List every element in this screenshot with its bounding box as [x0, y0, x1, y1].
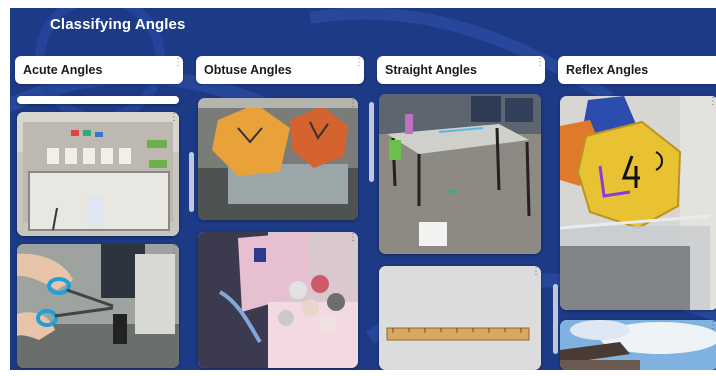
column-header[interactable]: Straight Angles ⋮: [377, 56, 545, 84]
kebab-menu-icon[interactable]: ⋮: [169, 245, 179, 255]
photo-classroom-wall: [17, 112, 179, 236]
kebab-menu-icon[interactable]: ⋮: [173, 58, 183, 71]
column-acute-angles: Acute Angles ⋮: [15, 56, 194, 370]
padlet-board: Classifying Angles Acute Angles ⋮ Obtuse…: [10, 8, 716, 370]
column-title: Acute Angles: [23, 63, 103, 77]
post-card[interactable]: ⋮: [17, 244, 179, 368]
post-card[interactable]: ⋮: [198, 98, 358, 220]
post-card[interactable]: ⋮: [17, 112, 179, 236]
column-title: Straight Angles: [385, 63, 477, 77]
column-header[interactable]: Acute Angles ⋮: [15, 56, 183, 84]
column-reflex-angles: Reflex Angles ⋮ ⋮: [558, 56, 716, 370]
column-title: Obtuse Angles: [204, 63, 292, 77]
column-obtuse-angles: Obtuse Angles ⋮ ⋮: [196, 56, 374, 370]
post-card[interactable]: ⋮: [560, 320, 716, 370]
photo-ruler: [379, 266, 541, 370]
photo-hanging-dice: [198, 98, 358, 220]
post-card[interactable]: ⋮: [198, 232, 358, 368]
kebab-menu-icon[interactable]: ⋮: [531, 267, 541, 277]
post-card[interactable]: ⋮: [379, 94, 541, 254]
photo-sky-roof: [560, 320, 716, 370]
photo-twelve-sided-dice: [560, 96, 716, 310]
column-header[interactable]: Obtuse Angles ⋮: [196, 56, 364, 84]
column-straight-angles: Straight Angles ⋮ ⋮: [377, 56, 558, 370]
board-title: Classifying Angles: [50, 16, 186, 33]
kebab-menu-icon[interactable]: ⋮: [531, 95, 541, 105]
scrollbar[interactable]: [369, 102, 374, 182]
column-title: Reflex Angles: [566, 63, 649, 77]
kebab-menu-icon[interactable]: ⋮: [354, 58, 364, 71]
post-card[interactable]: ⋮: [379, 266, 541, 370]
photo-classroom-tables: [379, 94, 541, 254]
post-card[interactable]: ⋮: [560, 96, 716, 310]
post-card[interactable]: [17, 96, 179, 104]
kebab-menu-icon[interactable]: ⋮: [348, 99, 358, 109]
photo-scissors: [17, 244, 179, 368]
scrollbar[interactable]: [189, 152, 194, 212]
kebab-menu-icon[interactable]: ⋮: [708, 97, 716, 107]
kebab-menu-icon[interactable]: ⋮: [348, 233, 358, 243]
column-header[interactable]: Reflex Angles ⋮: [558, 56, 716, 84]
kebab-menu-icon[interactable]: ⋮: [535, 58, 545, 71]
kebab-menu-icon[interactable]: ⋮: [708, 321, 716, 331]
kebab-menu-icon[interactable]: ⋮: [169, 113, 179, 123]
photo-pipe-cleaner-box: [198, 232, 358, 368]
